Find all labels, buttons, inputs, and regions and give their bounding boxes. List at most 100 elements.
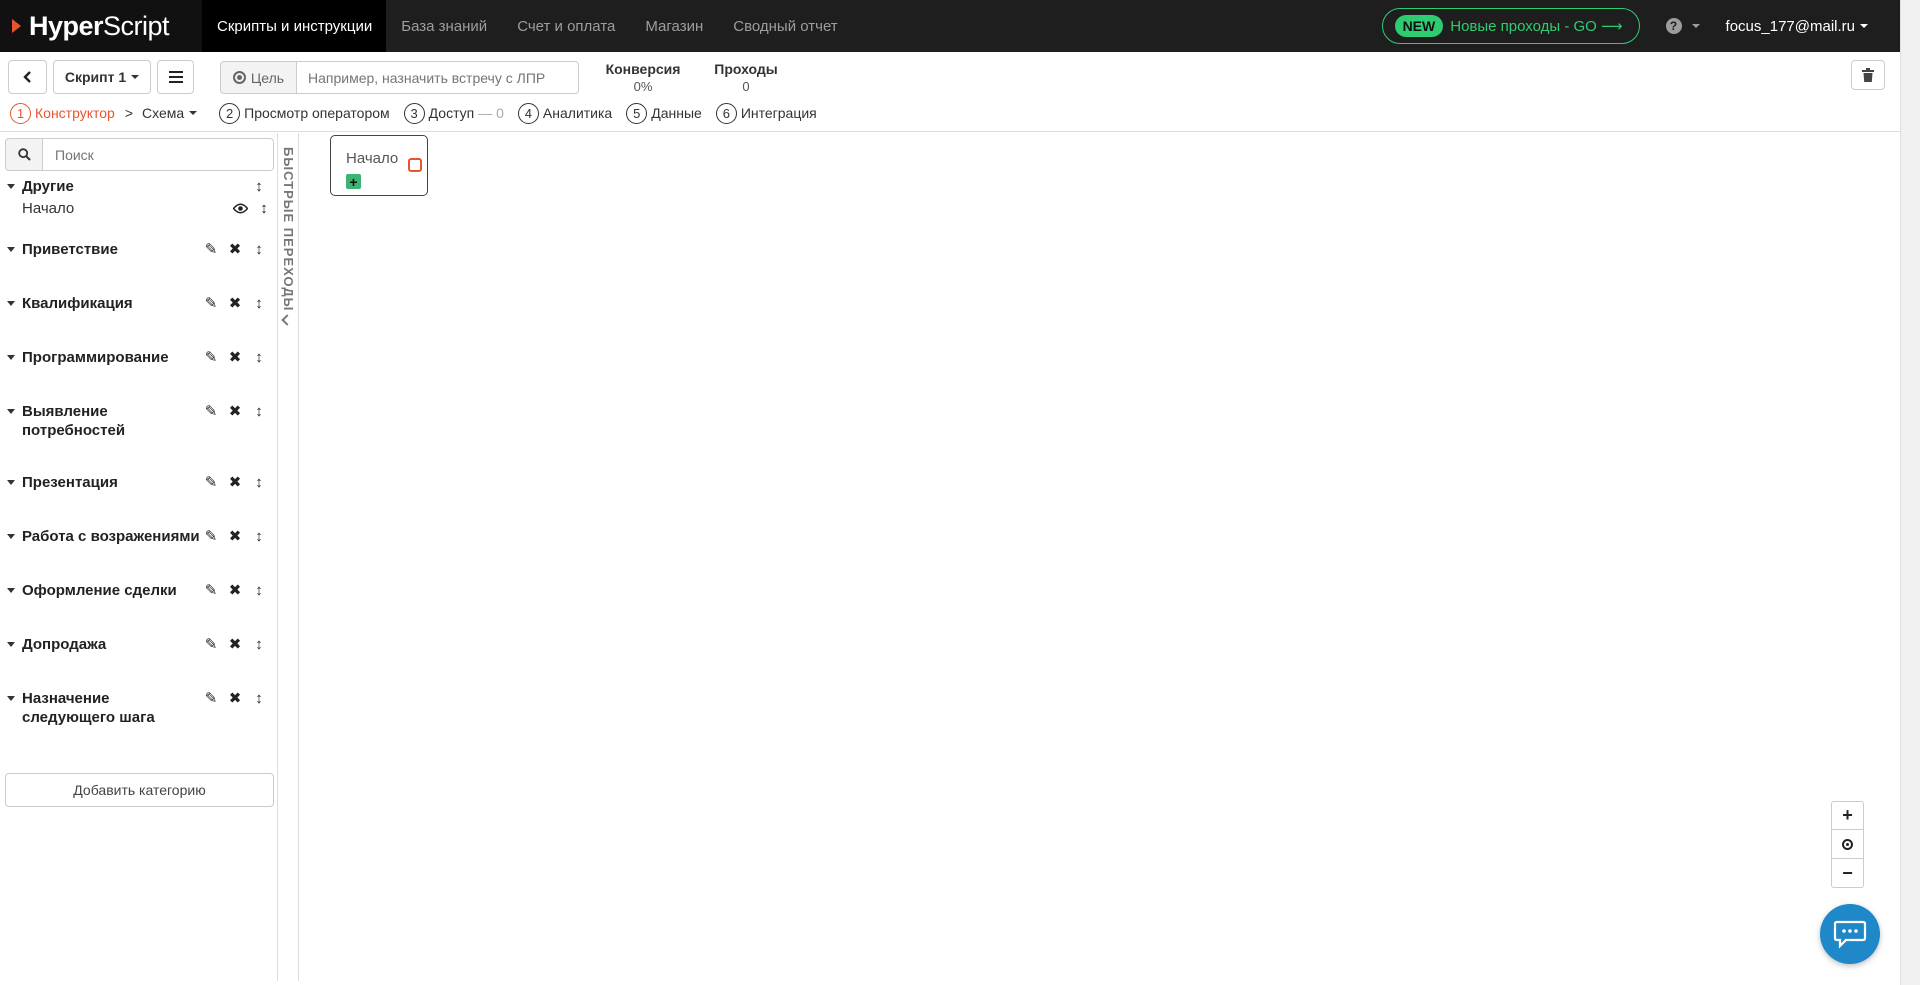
sort-icon[interactable]: ↕ <box>256 199 272 217</box>
step-integration[interactable]: 6 Интеграция <box>715 102 817 124</box>
close-icon[interactable]: ✖ <box>227 527 243 545</box>
nav-billing[interactable]: Счет и оплата <box>502 0 630 52</box>
delete-script-button[interactable] <box>1851 60 1885 90</box>
start-node[interactable]: Начало + <box>330 135 428 196</box>
sort-icon[interactable]: ↕ <box>251 527 267 545</box>
sort-icon[interactable]: ↕ <box>251 240 267 258</box>
edit-icon[interactable]: ✎ <box>203 240 219 258</box>
step-access[interactable]: 3 Доступ — 0 <box>403 102 504 124</box>
category-programming[interactable]: Программирование ✎ ✖ ↕ <box>5 348 275 367</box>
category-deal[interactable]: Оформление сделки ✎ ✖ ↕ <box>5 581 275 600</box>
nav-summary-report[interactable]: Сводный отчет <box>718 0 852 52</box>
category-actions: ✎ ✖ ↕ <box>203 294 267 313</box>
add-transition-icon[interactable]: + <box>346 174 361 189</box>
end-marker-icon[interactable] <box>408 158 422 172</box>
back-button[interactable] <box>8 60 47 94</box>
schema-dropdown[interactable]: Схема <box>142 105 198 121</box>
brand-name: HyperScript <box>29 10 170 41</box>
close-icon[interactable]: ✖ <box>227 348 243 366</box>
edit-icon[interactable]: ✎ <box>203 635 219 653</box>
triangle-down-icon <box>7 247 15 252</box>
schema-canvas[interactable]: Начало + <box>300 133 1900 981</box>
top-navbar: HyperScript Скрипты и инструкции База зн… <box>0 0 1900 52</box>
node-title: Начало <box>346 150 399 167</box>
nav-knowledge-base[interactable]: База знаний <box>386 0 502 52</box>
chat-button[interactable] <box>1820 904 1880 964</box>
category-upsell[interactable]: Допродажа ✎ ✖ ↕ <box>5 635 275 654</box>
close-icon[interactable]: ✖ <box>227 689 243 707</box>
chevron-down-icon <box>1691 24 1700 28</box>
step-constructor[interactable]: 1 Конструктор <box>10 102 115 124</box>
search-button[interactable] <box>5 138 43 171</box>
user-menu[interactable]: focus_177@mail.ru <box>1726 18 1868 35</box>
zoom-in-button[interactable]: + <box>1831 801 1864 830</box>
edit-icon[interactable]: ✎ <box>203 402 219 420</box>
sort-icon[interactable]: ↕ <box>251 581 267 599</box>
close-icon[interactable]: ✖ <box>227 581 243 599</box>
goal-label-text: Цель <box>250 69 285 86</box>
conversion-value: 0% <box>633 79 653 94</box>
help-menu[interactable]: ? <box>1665 18 1700 34</box>
step-number: 3 <box>403 102 425 124</box>
chat-icon <box>1833 920 1867 949</box>
step-label: Доступ <box>428 105 475 121</box>
add-category-button[interactable]: Добавить категорию <box>5 773 274 807</box>
sort-icon[interactable]: ↕ <box>251 294 267 312</box>
edit-icon[interactable]: ✎ <box>203 294 219 312</box>
close-icon[interactable]: ✖ <box>227 473 243 491</box>
target-icon <box>1842 838 1853 850</box>
zoom-reset-button[interactable] <box>1831 830 1864 859</box>
close-icon[interactable]: ✖ <box>227 402 243 420</box>
sort-icon[interactable]: ↕ <box>251 348 267 366</box>
goal-input[interactable] <box>296 61 579 94</box>
edit-icon[interactable]: ✎ <box>203 689 219 707</box>
sort-icon[interactable]: ↕ <box>251 177 267 195</box>
category-title: Квалификация <box>5 294 205 313</box>
category-objections[interactable]: Работа с возражениями ✎ ✖ ↕ <box>5 527 275 546</box>
edit-icon[interactable]: ✎ <box>203 581 219 599</box>
category-title: Приветствие <box>5 240 205 259</box>
step-number: 6 <box>715 102 737 124</box>
page-scrollbar[interactable] <box>1900 0 1920 985</box>
new-passes-label: Новые проходы - GO ⟶ <box>1450 18 1623 35</box>
edit-icon[interactable]: ✎ <box>203 527 219 545</box>
brand-logo[interactable]: HyperScript <box>0 0 202 52</box>
category-qualification[interactable]: Квалификация ✎ ✖ ↕ <box>5 294 275 313</box>
zoom-controls: + − <box>1831 801 1864 888</box>
category-actions: ✎ ✖ ↕ <box>203 581 267 600</box>
category-presentation[interactable]: Презентация ✎ ✖ ↕ <box>5 473 275 492</box>
sort-icon[interactable]: ↕ <box>251 473 267 491</box>
zoom-out-button[interactable]: − <box>1831 859 1864 888</box>
close-icon[interactable]: ✖ <box>227 240 243 258</box>
triangle-down-icon <box>7 409 15 414</box>
eye-icon[interactable] <box>233 203 248 214</box>
step-analytics[interactable]: 4 Аналитика <box>517 102 612 124</box>
edit-icon[interactable]: ✎ <box>203 348 219 366</box>
close-icon[interactable]: ✖ <box>227 635 243 653</box>
category-item-start[interactable]: Начало ↕ <box>5 199 275 218</box>
category-needs[interactable]: Выявление потребностей ✎ ✖ ↕ <box>5 402 275 440</box>
edit-icon[interactable]: ✎ <box>203 473 219 491</box>
sort-icon[interactable]: ↕ <box>251 635 267 653</box>
category-title: Другие <box>5 177 205 196</box>
close-icon[interactable]: ✖ <box>227 294 243 312</box>
new-passes-button[interactable]: NEW Новые проходы - GO ⟶ <box>1381 8 1640 44</box>
triangle-down-icon <box>7 184 15 189</box>
triangle-down-icon <box>7 301 15 306</box>
chevron-left-icon[interactable] <box>281 314 293 326</box>
goal-field-group: Цель <box>220 61 579 94</box>
sort-icon[interactable]: ↕ <box>251 402 267 420</box>
step-data[interactable]: 5 Данные <box>626 102 702 124</box>
step-operator-view[interactable]: 2 Просмотр оператором <box>219 102 390 124</box>
quick-transitions-panel[interactable]: БЫСТРЫЕ ПЕРЕХОДЫ <box>278 133 299 981</box>
menu-button[interactable] <box>157 60 194 94</box>
sort-icon[interactable]: ↕ <box>251 689 267 707</box>
nav-scripts[interactable]: Скрипты и инструкции <box>202 0 387 52</box>
category-next-step[interactable]: Назначение следующего шага ✎ ✖ ↕ <box>5 689 275 727</box>
goal-label: Цель <box>220 61 296 94</box>
nav-store[interactable]: Магазин <box>630 0 718 52</box>
script-select-button[interactable]: Скрипт 1 <box>53 60 151 94</box>
category-other[interactable]: Другие ↕ Начало ↕ <box>5 177 275 218</box>
category-greeting[interactable]: Приветствие ✎ ✖ ↕ <box>5 240 275 259</box>
search-input[interactable] <box>43 138 274 171</box>
